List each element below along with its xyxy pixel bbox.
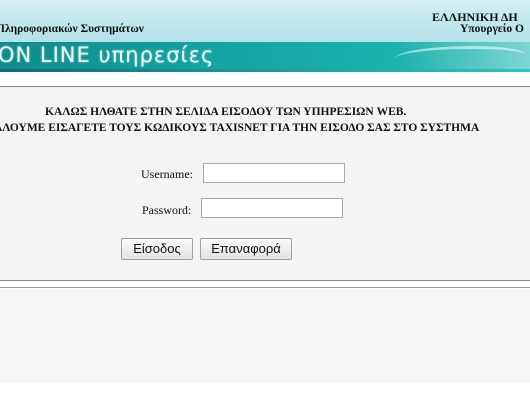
site-header: Πληροφοριακών Συστημάτων ΕΛΛΗΝΙΚΗ ΔΗ Υπο… [0,0,530,42]
organization-name: Πληροφοριακών Συστημάτων [0,23,144,35]
username-label: Username: [141,167,193,181]
footer-area [0,289,530,383]
login-instructions: ΑΛΟΥΜΕ ΕΙΣΑΓΕΤΕ ΤΟΥΣ ΚΩΔΙΚΟΥΣ TAXISNET Γ… [0,122,480,134]
ministry-name: Υπουργείο Ο [460,23,524,35]
services-banner: ON LINE υπηρεσίες [0,42,530,72]
login-submit-button[interactable]: Είσοδος [121,238,193,260]
welcome-heading: ΚΑΛΩΣ ΗΛΘΑΤΕ ΣΤΗΝ ΣΕΛΙΔΑ ΕΙΣΟΔΟΥ ΤΩΝ ΥΠΗ… [45,106,407,118]
username-input[interactable] [203,163,345,183]
password-label: Password: [142,203,192,217]
footer-divider [0,287,530,288]
banner-swoosh-decoration [395,46,525,67]
password-input[interactable] [201,198,343,218]
reset-button[interactable]: Επαναφορά [200,238,292,260]
banner-title: ON LINE υπηρεσίες [0,43,215,67]
